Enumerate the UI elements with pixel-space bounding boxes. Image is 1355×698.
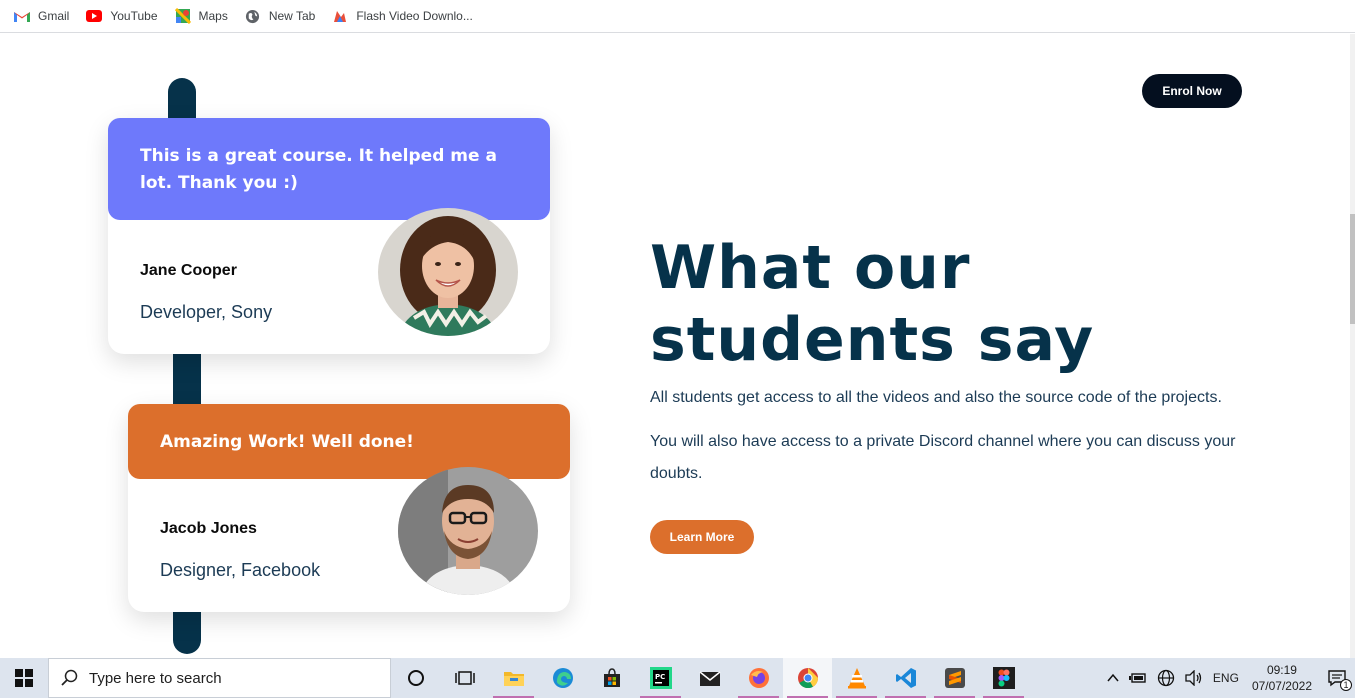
section-heading: What our students say (650, 233, 1095, 375)
mail-icon[interactable] (685, 658, 734, 698)
windows-icon (15, 669, 33, 687)
clock-time: 09:19 (1266, 663, 1297, 677)
avatar (378, 208, 518, 336)
cortana-icon[interactable] (391, 658, 440, 698)
notification-count: 1 (1340, 679, 1352, 691)
maps-icon (174, 8, 191, 24)
windows-taskbar: Type here to search PC ENG 09:19 07/07/2… (0, 658, 1355, 698)
notification-icon[interactable]: 1 (1327, 669, 1352, 691)
testimonial-quote: This is a great course. It helped me a l… (108, 118, 550, 220)
chrome-icon[interactable] (783, 658, 832, 698)
section-paragraph: All students get access to all the video… (650, 389, 1222, 406)
bookmark-maps[interactable]: Maps (174, 4, 228, 28)
bookmark-gmail[interactable]: Gmail (14, 4, 69, 28)
figma-icon[interactable] (979, 658, 1028, 698)
start-button[interactable] (0, 658, 48, 698)
bookmarks-bar: Gmail YouTube Maps New Tab Flash Video D… (0, 0, 1355, 33)
enrol-now-button[interactable]: Enrol Now (1142, 74, 1242, 108)
search-placeholder: Type here to search (89, 669, 222, 687)
learn-more-button[interactable]: Learn More (650, 520, 754, 554)
bookmark-new-tab[interactable]: New Tab (245, 4, 315, 28)
chevron-up-icon[interactable] (1107, 673, 1119, 683)
sublime-icon[interactable] (930, 658, 979, 698)
battery-icon[interactable] (1128, 672, 1147, 684)
edge-icon[interactable] (538, 658, 587, 698)
store-icon[interactable] (587, 658, 636, 698)
youtube-icon (86, 8, 103, 24)
testimonial-card: Amazing Work! Well done! Jacob Jones Des… (128, 404, 570, 612)
testimonial-role: Developer, Sony (140, 302, 273, 322)
bookmark-label: Gmail (38, 9, 70, 23)
bookmark-label: New Tab (268, 9, 316, 23)
firefox-icon[interactable] (734, 658, 783, 698)
vlc-icon[interactable] (832, 658, 881, 698)
svg-text:PC: PC (655, 673, 665, 681)
volume-icon[interactable] (1185, 670, 1203, 686)
bookmark-label: YouTube (110, 9, 158, 23)
testimonial-name: Jane Cooper (140, 262, 237, 279)
file-explorer-icon[interactable] (489, 658, 538, 698)
bookmark-label: Maps (198, 9, 228, 23)
testimonial-quote: Amazing Work! Well done! (128, 404, 570, 479)
testimonial-name: Jacob Jones (160, 520, 257, 537)
page-scrollbar[interactable] (1350, 34, 1355, 658)
pycharm-icon[interactable]: PC (636, 658, 685, 698)
page-content: This is a great course. It helped me a l… (0, 34, 1350, 658)
avatar (398, 467, 538, 595)
network-icon[interactable] (1157, 669, 1175, 687)
testimonial-role: Designer, Facebook (160, 560, 321, 580)
taskbar-search-input[interactable]: Type here to search (48, 658, 391, 698)
flash-video-icon (332, 8, 348, 24)
testimonial-card: This is a great course. It helped me a l… (108, 118, 550, 354)
gmail-icon (14, 8, 30, 24)
task-view-icon[interactable] (440, 658, 489, 698)
clock[interactable]: 09:19 07/07/2022 (1252, 662, 1312, 694)
bookmark-label: Flash Video Downlo... (356, 9, 473, 23)
search-icon (61, 669, 79, 687)
section-paragraph: You will also have access to a private D… (650, 433, 1236, 482)
vscode-icon[interactable] (881, 658, 930, 698)
clock-date: 07/07/2022 (1251, 679, 1312, 693)
bookmark-youtube[interactable]: YouTube (86, 4, 158, 28)
bookmark-flash-video[interactable]: Flash Video Downlo... (332, 4, 473, 28)
system-tray: ENG 09:19 07/07/2022 1 (1102, 658, 1355, 698)
language-indicator[interactable]: ENG (1213, 671, 1239, 685)
scrollbar-thumb[interactable] (1350, 214, 1355, 324)
globe-icon (245, 8, 261, 24)
